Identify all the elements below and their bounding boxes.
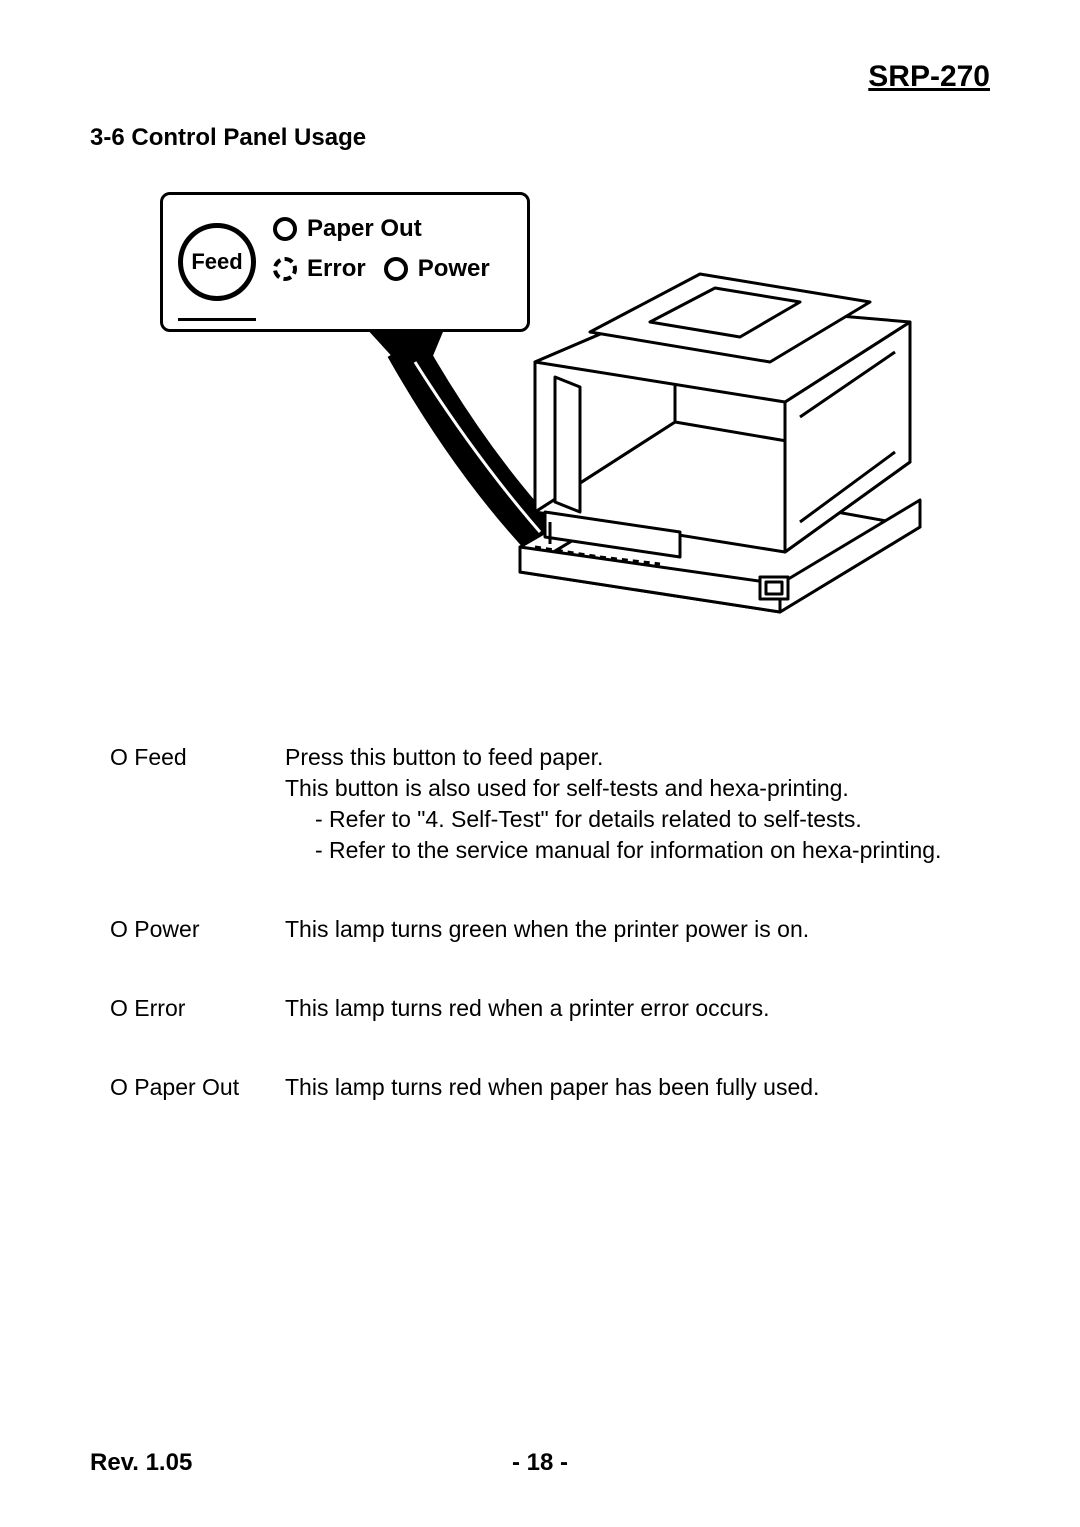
paper-out-label: Paper Out — [307, 215, 422, 243]
figure-control-panel: Feed Paper Out Error Power — [130, 192, 950, 632]
desc-row-error: O Error This lamp turns red when a print… — [110, 993, 990, 1024]
description-list: O Feed Press this button to feed paper. … — [110, 742, 990, 1103]
model-title: SRP-270 — [90, 60, 990, 94]
feed-line2: This button is also used for self-tests … — [285, 773, 941, 804]
desc-row-paperout: O Paper Out This lamp turns red when pap… — [110, 1072, 990, 1103]
paper-out-led-icon — [273, 217, 297, 241]
footer-page-number: - 18 - — [512, 1449, 568, 1477]
paperout-line1: This lamp turns red when paper has been … — [285, 1072, 819, 1103]
footer-revision: Rev. 1.05 — [90, 1449, 192, 1477]
feed-button-graphic: Feed — [178, 223, 256, 301]
error-led-icon — [273, 257, 297, 281]
feed-line1: Press this button to feed paper. — [285, 742, 941, 773]
desc-label-power: O Power — [110, 914, 285, 945]
power-led-icon — [384, 257, 408, 281]
section-title: 3-6 Control Panel Usage — [90, 124, 990, 152]
desc-label-paperout: O Paper Out — [110, 1072, 285, 1103]
feed-line4: - Refer to the service manual for inform… — [285, 835, 941, 866]
error-line1: This lamp turns red when a printer error… — [285, 993, 769, 1024]
power-line1: This lamp turns green when the printer p… — [285, 914, 809, 945]
control-panel-callout: Feed Paper Out Error Power — [160, 192, 530, 332]
feed-button-label: Feed — [191, 249, 242, 275]
desc-label-feed: O Feed — [110, 742, 285, 866]
desc-row-power: O Power This lamp turns green when the p… — [110, 914, 990, 945]
error-label: Error — [307, 255, 366, 283]
panel-accent-line — [178, 318, 256, 321]
desc-row-feed: O Feed Press this button to feed paper. … — [110, 742, 990, 866]
desc-label-error: O Error — [110, 993, 285, 1024]
feed-line3: - Refer to "4. Self-Test" for details re… — [285, 804, 941, 835]
power-label: Power — [418, 255, 490, 283]
